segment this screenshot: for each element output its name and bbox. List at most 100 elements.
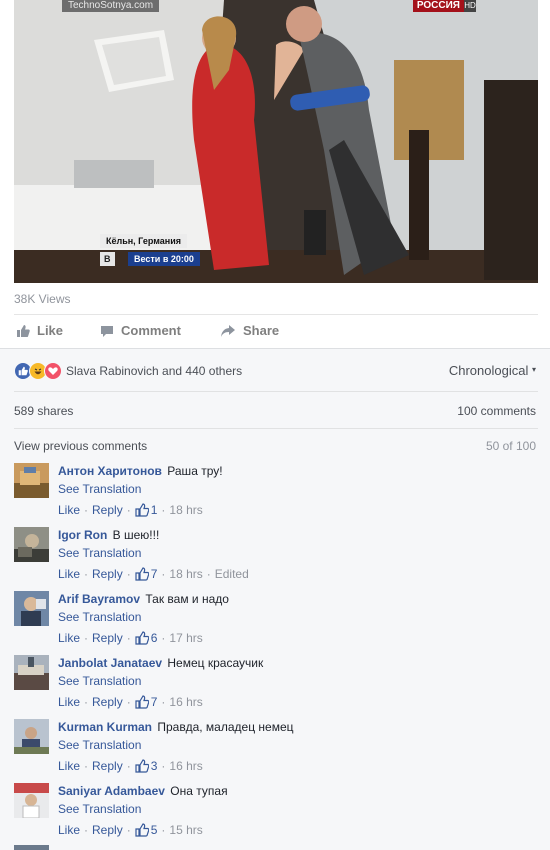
- thumbs-up-icon: [135, 695, 149, 709]
- comment-like-link[interactable]: Like: [58, 630, 80, 646]
- comment-sort-dropdown[interactable]: Chronological ▾: [449, 363, 536, 378]
- video-caption-location: Кёльн, Германия: [100, 234, 187, 248]
- shares-count[interactable]: 589 shares: [14, 404, 73, 418]
- comment-like-number: 1: [150, 503, 158, 517]
- comment-reply-link[interactable]: Reply: [92, 758, 123, 774]
- comment-item: Arif Bayramov Так вам и надо See Transla…: [14, 591, 538, 651]
- comment-reply-link[interactable]: Reply: [92, 694, 123, 710]
- video-caption-show: Вести в 20:00: [128, 252, 200, 266]
- share-button-label: Share: [243, 323, 280, 338]
- comment-timestamp[interactable]: 16 hrs: [169, 758, 202, 774]
- comment-like-count[interactable]: 1: [135, 502, 158, 518]
- comment-timestamp[interactable]: 15 hrs: [169, 822, 202, 838]
- post-action-bar: Like Comment Share: [14, 314, 538, 347]
- avatar[interactable]: [14, 463, 49, 498]
- see-translation-link[interactable]: See Translation: [58, 737, 538, 753]
- comment-author[interactable]: Kurman Kurman: [58, 720, 152, 734]
- thumbs-up-icon: [135, 503, 149, 517]
- comment-like-number: 7: [150, 695, 158, 709]
- comment-sort-label: Chronological: [448, 363, 529, 378]
- see-translation-link[interactable]: See Translation: [58, 801, 538, 817]
- thumbs-up-icon: [135, 823, 149, 837]
- comment-like-link[interactable]: Like: [58, 694, 80, 710]
- comment-text: Она тупая: [170, 784, 228, 798]
- comment-item: Janbolat Janataev Немец красаучик See Tr…: [14, 655, 538, 715]
- comment-icon: [101, 325, 113, 337]
- comment-like-link[interactable]: Like: [58, 502, 80, 518]
- reactions-summary[interactable]: Slava Rabinovich and 440 others: [14, 362, 242, 380]
- comment-like-count[interactable]: 3: [135, 758, 158, 774]
- see-translation-link[interactable]: See Translation: [58, 609, 538, 625]
- comment-reply-link[interactable]: Reply: [92, 822, 123, 838]
- see-translation-link[interactable]: See Translation: [58, 545, 538, 561]
- comment-like-count[interactable]: 5: [135, 822, 158, 838]
- divider: [14, 391, 538, 392]
- comments-count[interactable]: 100 comments: [457, 404, 536, 418]
- comment-item: Igor Ron В шею!!! See Translation Like · …: [14, 527, 538, 587]
- avatar[interactable]: [14, 719, 49, 754]
- comment-author[interactable]: Антон Харитонов: [58, 464, 162, 478]
- comment-like-count[interactable]: 7: [135, 694, 158, 710]
- comment-reply-link[interactable]: Reply: [92, 566, 123, 582]
- view-count: 38K Views: [14, 292, 71, 306]
- comment-like-count[interactable]: 6: [135, 630, 158, 646]
- comment-text: Раша тру!: [167, 464, 223, 478]
- video-caption-logo: В: [100, 252, 115, 266]
- avatar[interactable]: [14, 655, 49, 690]
- comment-timestamp[interactable]: 18 hrs: [169, 566, 202, 582]
- comment-timestamp[interactable]: 17 hrs: [169, 630, 202, 646]
- avatar[interactable]: [14, 527, 49, 562]
- comment-text: В шею!!!: [112, 528, 160, 542]
- video-watermark-hd: HD: [464, 0, 476, 12]
- comment-button-label: Comment: [121, 323, 181, 338]
- comment-like-link[interactable]: Like: [58, 758, 80, 774]
- like-button-label: Like: [37, 323, 64, 338]
- comment-like-number: 6: [150, 631, 158, 645]
- comment-reply-link[interactable]: Reply: [92, 502, 123, 518]
- comment-like-link[interactable]: Like: [58, 822, 80, 838]
- like-button[interactable]: Like: [16, 323, 63, 338]
- see-translation-link[interactable]: See Translation: [58, 481, 538, 497]
- comment-like-number: 5: [150, 823, 158, 837]
- video-watermark-channel: РОССИЯ: [412, 0, 464, 12]
- video-player[interactable]: TechnoSotnya.com РОССИЯ HD Кёльн, Герман…: [14, 0, 538, 283]
- comment-author[interactable]: Igor Ron: [58, 528, 107, 542]
- avatar[interactable]: [14, 591, 49, 626]
- comment-author[interactable]: Saniyar Adambaev: [58, 784, 165, 798]
- comment-text: Правда, маладец немец: [157, 720, 294, 734]
- reactions-summary-text: Slava Rabinovich and 440 others: [66, 364, 243, 378]
- comment-text: Так вам и надо: [145, 592, 229, 606]
- view-previous-comments-link[interactable]: View previous comments: [14, 439, 147, 453]
- comments-page-count: 50 of 100: [485, 439, 536, 453]
- caret-down-icon: ▾: [531, 365, 536, 374]
- avatar[interactable]: [14, 783, 49, 818]
- love-icon: [44, 362, 62, 380]
- comment-item: Антон Харитонов Раша тру! See Translatio…: [14, 463, 538, 523]
- comment-like-number: 3: [150, 759, 158, 773]
- comment-author[interactable]: Janbolat Janataev: [58, 656, 162, 670]
- divider: [14, 428, 538, 429]
- comment-edited-label[interactable]: Edited: [215, 566, 249, 582]
- comment-text: Немец красаучик: [167, 656, 264, 670]
- thumbs-up-icon: [135, 631, 149, 645]
- share-icon: [221, 324, 235, 337]
- comment-author[interactable]: Arif Bayramov: [58, 592, 140, 606]
- comment-item: Kurman Kurman Правда, маладец немец See …: [14, 719, 538, 779]
- thumbs-up-icon: [135, 567, 149, 581]
- comment-like-link[interactable]: Like: [58, 566, 80, 582]
- video-watermark-site: TechnoSotnya.com: [62, 0, 160, 12]
- comment-timestamp[interactable]: 16 hrs: [169, 694, 202, 710]
- comment-like-count[interactable]: 7: [135, 566, 158, 582]
- see-translation-link[interactable]: See Translation: [58, 673, 538, 689]
- share-button[interactable]: Share: [220, 323, 279, 338]
- comment-button[interactable]: Comment: [100, 323, 181, 338]
- comment-item: Saniyar Adambaev Она тупая See Translati…: [14, 783, 538, 843]
- comment-reply-link[interactable]: Reply: [92, 630, 123, 646]
- reactions-comments-panel: Slava Rabinovich and 440 others Chronolo…: [0, 348, 550, 850]
- comment-like-number: 7: [150, 567, 158, 581]
- video-frame: [14, 0, 538, 283]
- next-comment-avatar-edge: [14, 845, 49, 850]
- thumbs-up-icon: [135, 759, 149, 773]
- thumbs-up-icon: [17, 324, 30, 337]
- comment-timestamp[interactable]: 18 hrs: [169, 502, 202, 518]
